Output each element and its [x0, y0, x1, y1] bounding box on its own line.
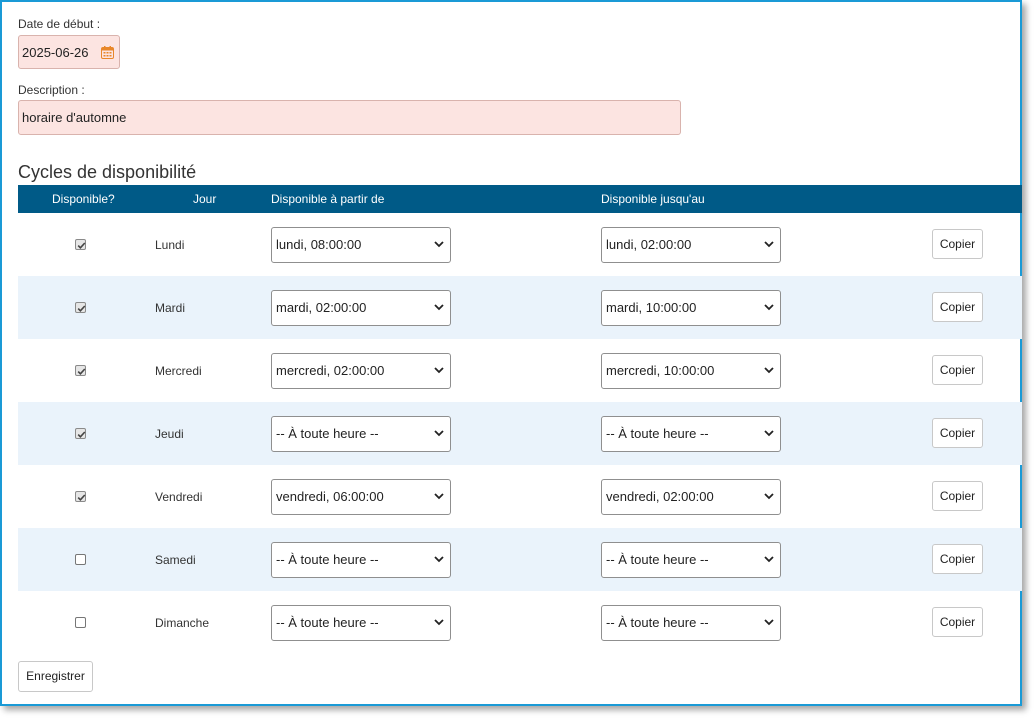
table-row: Lundi lundi, 08:00:00 lundi, 02:00:00 Copie…: [18, 213, 1022, 276]
start-date-input[interactable]: 2025-06-26: [18, 35, 120, 69]
chevron-down-icon: [764, 493, 774, 500]
copy-button[interactable]: Copier: [932, 355, 983, 385]
available-until-select[interactable]: -- À toute heure --: [601, 605, 781, 641]
available-from-select[interactable]: -- À toute heure --: [271, 416, 451, 452]
day-label: Mardi: [155, 301, 186, 315]
available-until-value: mardi, 10:00:00: [606, 300, 697, 315]
available-until-value: -- À toute heure --: [606, 426, 709, 441]
available-from-select[interactable]: mardi, 02:00:00: [271, 290, 451, 326]
table-row: Samedi -- À toute heure -- -- À toute heur…: [18, 528, 1022, 591]
chevron-down-icon: [764, 241, 774, 248]
chevron-down-icon: [764, 556, 774, 563]
chevron-down-icon: [434, 430, 444, 437]
checkmark-icon: [77, 431, 86, 438]
save-button[interactable]: Enregistrer: [18, 661, 93, 692]
available-from-value: mercredi, 02:00:00: [276, 363, 385, 378]
copy-button[interactable]: Copier: [932, 481, 983, 511]
calendar-icon[interactable]: [101, 46, 114, 59]
available-from-select[interactable]: -- À toute heure --: [271, 542, 451, 578]
available-from-select[interactable]: vendredi, 06:00:00: [271, 479, 451, 515]
available-from-value: -- À toute heure --: [276, 426, 379, 441]
start-date-label: Date de début :: [18, 17, 101, 31]
available-checkbox[interactable]: [75, 491, 86, 502]
chevron-down-icon: [764, 619, 774, 626]
header-from: Disponible à partir de: [271, 192, 385, 206]
available-checkbox[interactable]: [75, 302, 86, 313]
available-from-value: mardi, 02:00:00: [276, 300, 367, 315]
available-from-value: -- À toute heure --: [276, 552, 379, 567]
table-row: Vendredi vendredi, 06:00:00 vendredi, 02:0…: [18, 465, 1022, 528]
description-label: Description :: [18, 83, 85, 97]
section-title: Cycles de disponibilité: [18, 162, 197, 182]
available-from-value: -- À toute heure --: [276, 615, 379, 630]
available-from-select[interactable]: mercredi, 02:00:00: [271, 353, 451, 389]
table-row: Mardi mardi, 02:00:00 mardi, 10:00:00 Copie…: [18, 276, 1022, 339]
checkmark-icon: [77, 494, 86, 501]
dialog-frame: Date de début : 2025-06-26 Description :…: [0, 0, 1022, 706]
day-label: Lundi: [155, 238, 185, 252]
chevron-down-icon: [434, 493, 444, 500]
copy-button[interactable]: Copier: [932, 292, 983, 322]
available-checkbox[interactable]: [75, 239, 86, 250]
available-checkbox[interactable]: [75, 617, 86, 628]
header-available: Disponible?: [52, 192, 115, 206]
day-label: Mercredi: [155, 364, 202, 378]
chevron-down-icon: [434, 241, 444, 248]
day-label: Samedi: [155, 553, 196, 567]
chevron-down-icon: [764, 430, 774, 437]
day-label: Jeudi: [155, 427, 184, 441]
available-until-select[interactable]: -- À toute heure --: [601, 416, 781, 452]
available-until-select[interactable]: lundi, 02:00:00: [601, 227, 781, 263]
chevron-down-icon: [434, 367, 444, 374]
chevron-down-icon: [434, 556, 444, 563]
available-until-value: -- À toute heure --: [606, 615, 709, 630]
available-checkbox[interactable]: [75, 554, 86, 565]
checkmark-icon: [77, 368, 86, 375]
available-until-select[interactable]: mardi, 10:00:00: [601, 290, 781, 326]
available-until-value: vendredi, 02:00:00: [606, 489, 714, 504]
description-value: horaire d'automne: [22, 110, 127, 125]
available-from-select[interactable]: -- À toute heure --: [271, 605, 451, 641]
available-from-value: lundi, 08:00:00: [276, 237, 362, 252]
day-label: Vendredi: [155, 490, 203, 504]
copy-button[interactable]: Copier: [932, 544, 983, 574]
checkmark-icon: [77, 242, 86, 249]
available-until-value: mercredi, 10:00:00: [606, 363, 715, 378]
chevron-down-icon: [434, 619, 444, 626]
table-row: Mercredi mercredi, 02:00:00 mercredi, 10:0…: [18, 339, 1022, 402]
chevron-down-icon: [764, 304, 774, 311]
available-until-select[interactable]: vendredi, 02:00:00: [601, 479, 781, 515]
available-checkbox[interactable]: [75, 365, 86, 376]
copy-button[interactable]: Copier: [932, 607, 983, 637]
chevron-down-icon: [764, 367, 774, 374]
copy-button[interactable]: Copier: [932, 229, 983, 259]
available-from-select[interactable]: lundi, 08:00:00: [271, 227, 451, 263]
header-day: Jour: [193, 192, 217, 206]
available-until-select[interactable]: -- À toute heure --: [601, 542, 781, 578]
available-from-value: vendredi, 06:00:00: [276, 489, 384, 504]
available-checkbox[interactable]: [75, 428, 86, 439]
day-label: Dimanche: [155, 616, 210, 630]
table-row: Jeudi -- À toute heure -- -- À toute heure…: [18, 402, 1022, 465]
description-input[interactable]: horaire d'automne: [18, 100, 681, 135]
table-row: Dimanche -- À toute heure -- -- À toute he…: [18, 591, 1022, 654]
chevron-down-icon: [434, 304, 444, 311]
start-date-value: 2025-06-26: [22, 45, 89, 60]
available-until-value: lundi, 02:00:00: [606, 237, 692, 252]
available-until-value: -- À toute heure --: [606, 552, 709, 567]
table-header: Disponible? Jour Disponible à partir de …: [18, 185, 1022, 213]
copy-button[interactable]: Copier: [932, 418, 983, 448]
header-until: Disponible jusqu'au: [601, 192, 705, 206]
checkmark-icon: [77, 305, 86, 312]
available-until-select[interactable]: mercredi, 10:00:00: [601, 353, 781, 389]
